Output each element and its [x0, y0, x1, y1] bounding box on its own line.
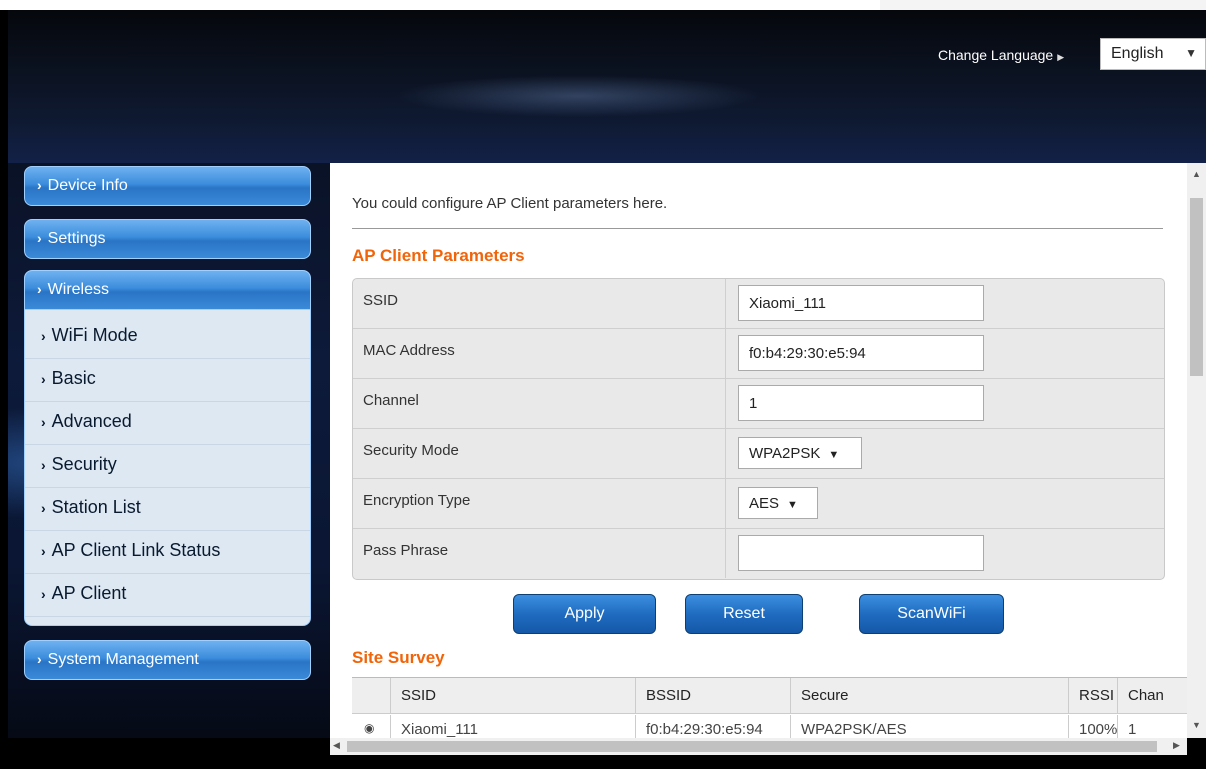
chevron-right-icon: ›: [41, 371, 46, 387]
intro-text: You could configure AP Client parameters…: [352, 195, 668, 212]
param-row-mac: MAC Address f0:b4:29:30:e5:94: [353, 329, 1164, 379]
nav-system-management-label: System Management: [47, 651, 199, 668]
survey-cell-secure: WPA2PSK/AES: [791, 715, 1069, 738]
chevron-right-icon: ›: [37, 230, 42, 246]
encryption-type-select[interactable]: AES ▼: [738, 487, 818, 519]
sidebar-item-label: Advanced: [51, 411, 132, 431]
chevron-down-icon: ▼: [1185, 46, 1197, 60]
divider: [352, 228, 1163, 229]
nav-device-info[interactable]: › Device Info: [24, 166, 311, 206]
encryption-type-value: AES: [749, 495, 780, 512]
param-label: Security Mode: [353, 429, 726, 478]
section-title-site-survey: Site Survey: [352, 648, 445, 667]
sidebar-item-label: Station List: [51, 497, 141, 517]
horizontal-scrollbar[interactable]: ◀ ▶: [330, 738, 1187, 755]
chevron-right-icon: ›: [37, 281, 42, 297]
sidebar-item-basic[interactable]: › Basic: [25, 360, 310, 402]
sidebar-item-label: Security: [51, 454, 117, 474]
sidebar-item-ap-client-link-status[interactable]: › AP Client Link Status: [25, 532, 310, 574]
nav-settings-label: Settings: [47, 230, 106, 247]
chevron-right-icon: ›: [41, 500, 46, 516]
scroll-down-icon[interactable]: ▼: [1192, 720, 1201, 730]
survey-row-radio[interactable]: ◉: [352, 715, 391, 738]
param-label: SSID: [353, 279, 726, 328]
sidebar-item-ap-client[interactable]: › AP Client: [25, 575, 310, 617]
param-row-security-mode: Security Mode WPA2PSK ▼: [353, 429, 1164, 479]
vertical-scroll-thumb[interactable]: [1190, 198, 1203, 376]
sidebar-item-label: AP Client: [51, 583, 127, 603]
arrow-right-icon: ▶: [1057, 52, 1065, 62]
survey-header-bssid: BSSID: [636, 678, 791, 714]
survey-cell-ssid: Xiaomi_111: [391, 715, 636, 738]
scroll-left-icon[interactable]: ◀: [333, 740, 340, 751]
scroll-up-icon[interactable]: ▲: [1192, 169, 1201, 179]
nav-wireless-group: › Wireless › WiFi Mode › Basic › Advanced › S…: [24, 270, 311, 626]
top-strip: [0, 0, 1206, 10]
nav-wireless[interactable]: › Wireless: [25, 271, 310, 310]
survey-header-rssi: RSSI: [1069, 678, 1118, 714]
param-row-encryption-type: Encryption Type AES ▼: [353, 479, 1164, 529]
sidebar-item-security[interactable]: › Security: [25, 446, 310, 488]
language-value: English: [1111, 45, 1164, 62]
chevron-right-icon: ›: [41, 457, 46, 473]
top-strip-cut: [0, 0, 880, 10]
bottom-bar: [0, 755, 1206, 769]
survey-cell-rssi: 100%: [1069, 715, 1118, 738]
nav-settings[interactable]: › Settings: [24, 219, 311, 259]
param-row-pass-phrase: Pass Phrase: [353, 529, 1164, 578]
chevron-down-icon: ▼: [787, 499, 798, 511]
chevron-right-icon: ›: [41, 543, 46, 559]
sidebar-item-label: Basic: [51, 368, 96, 388]
survey-header-secure: Secure: [791, 678, 1069, 714]
chevron-right-icon: ›: [37, 177, 42, 193]
sidebar-item-label: AP Client Link Status: [51, 540, 221, 560]
security-mode-value: WPA2PSK: [749, 445, 821, 462]
param-label: MAC Address: [353, 329, 726, 378]
ssid-input[interactable]: Xiaomi_111: [738, 285, 984, 321]
content-panel: You could configure AP Client parameters…: [330, 163, 1187, 738]
param-label: Encryption Type: [353, 479, 726, 528]
nav-device-info-label: Device Info: [47, 177, 128, 194]
nav-system-management[interactable]: › System Management: [24, 640, 311, 680]
param-label: Pass Phrase: [353, 529, 726, 578]
survey-header-select: [352, 678, 391, 714]
nav-wireless-label: Wireless: [47, 281, 110, 298]
survey-header-channel: Chan: [1118, 678, 1187, 714]
vertical-scrollbar[interactable]: ▲ ▼: [1187, 163, 1206, 738]
header-banner: Change Language ▶ English ▼: [8, 10, 1206, 163]
apply-button[interactable]: Apply: [513, 594, 656, 634]
param-row-ssid: SSID Xiaomi_111: [353, 279, 1164, 329]
survey-cell-channel: 1: [1128, 721, 1137, 738]
chevron-right-icon: ›: [41, 328, 46, 344]
channel-input[interactable]: 1: [738, 385, 984, 421]
horizontal-scroll-thumb[interactable]: [347, 741, 1157, 752]
change-language-text: Change Language: [938, 47, 1054, 63]
sidebar-item-label: WiFi Mode: [51, 325, 138, 345]
reset-button[interactable]: Reset: [685, 594, 803, 634]
scroll-right-icon[interactable]: ▶: [1173, 740, 1180, 751]
language-select[interactable]: English ▼: [1100, 38, 1206, 70]
chevron-right-icon: ›: [37, 651, 42, 667]
sidebar-item-station-list[interactable]: › Station List: [25, 489, 310, 531]
chevron-right-icon: ›: [41, 414, 46, 430]
ap-client-parameters-table: SSID Xiaomi_111 MAC Address f0:b4:29:30:…: [352, 278, 1165, 580]
section-title-ap-client-parameters: AP Client Parameters: [352, 246, 525, 265]
sidebar-item-advanced[interactable]: › Advanced: [25, 403, 310, 445]
chevron-down-icon: ▼: [828, 449, 840, 461]
security-mode-select[interactable]: WPA2PSK ▼: [738, 437, 862, 469]
sidebar-item-wifi-mode[interactable]: › WiFi Mode: [25, 317, 310, 359]
pass-phrase-input[interactable]: [738, 535, 984, 571]
mac-address-input[interactable]: f0:b4:29:30:e5:94: [738, 335, 984, 371]
change-language-label: Change Language ▶: [938, 47, 1064, 63]
site-survey-table: SSID BSSID Secure RSSI Chan ◉ Xiaomi_111…: [352, 677, 1187, 738]
chevron-right-icon: ›: [41, 586, 46, 602]
survey-cell-bssid: f0:b4:29:30:e5:94: [636, 715, 791, 738]
survey-header-ssid: SSID: [391, 678, 636, 714]
scan-wifi-button[interactable]: ScanWiFi: [859, 594, 1004, 634]
param-label: Channel: [353, 379, 726, 428]
param-row-channel: Channel 1: [353, 379, 1164, 429]
